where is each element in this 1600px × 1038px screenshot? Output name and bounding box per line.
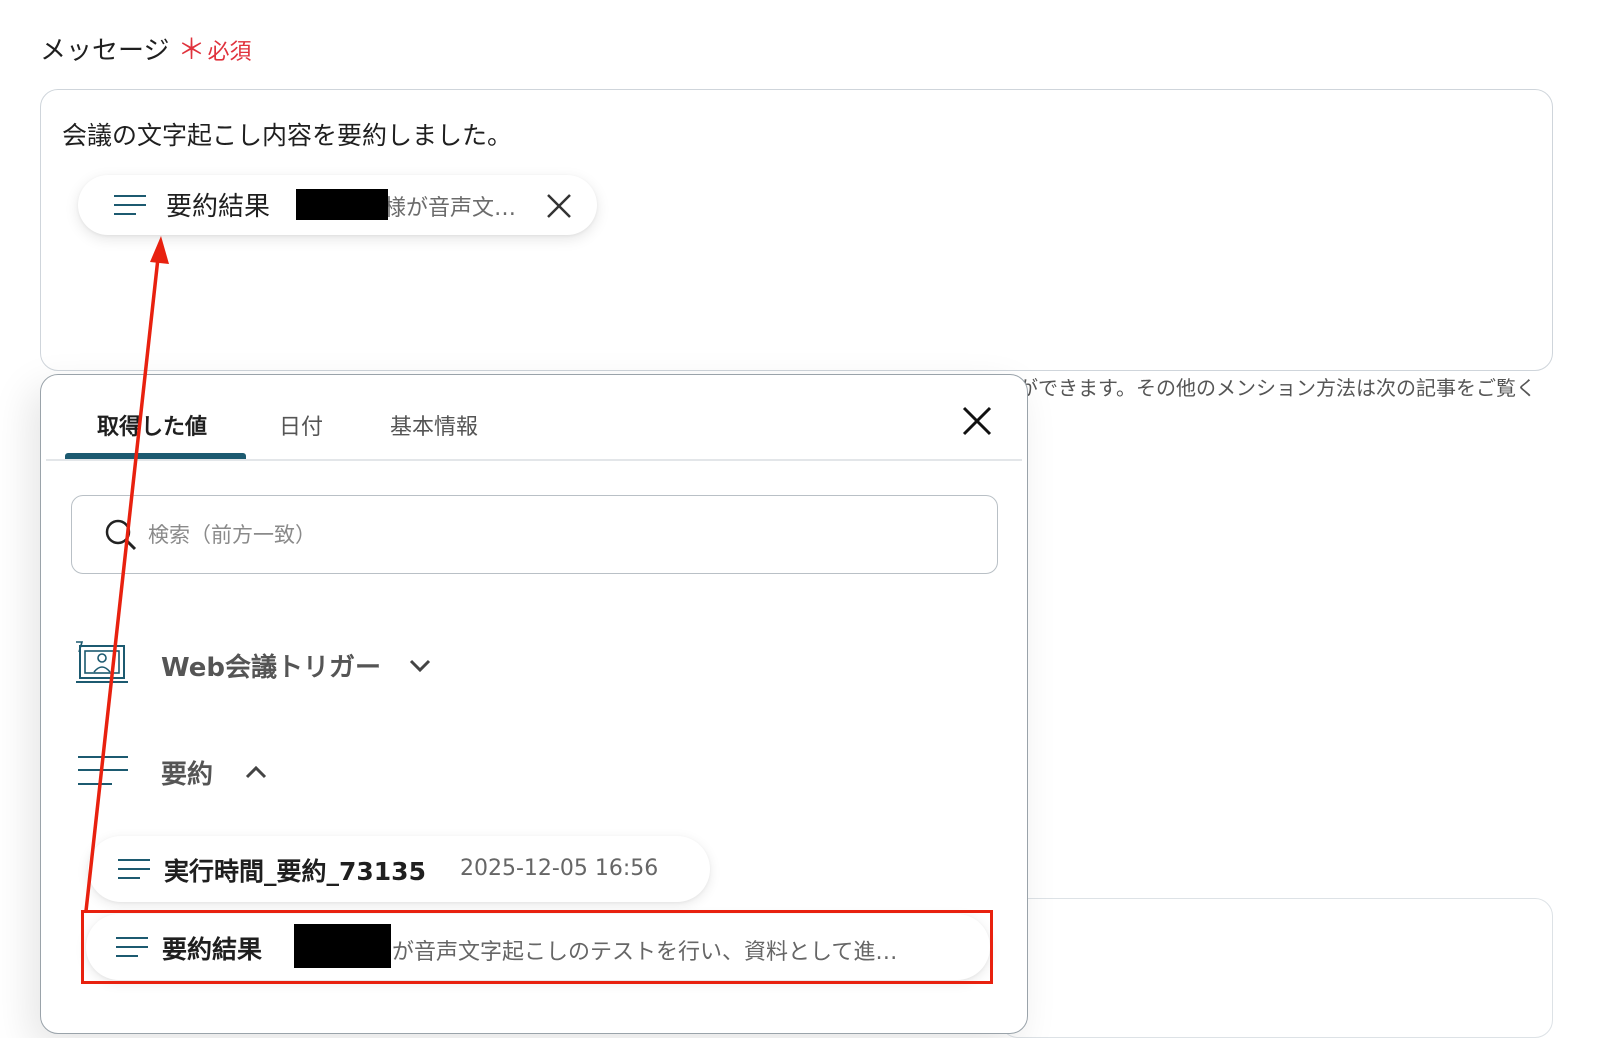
tab-basic-info[interactable]: 基本情報 bbox=[390, 409, 478, 441]
lines-icon bbox=[118, 859, 150, 879]
redaction-block bbox=[296, 189, 388, 220]
background-field bbox=[1000, 898, 1553, 1038]
search-icon bbox=[105, 519, 137, 551]
chip-label: 要約結果 bbox=[166, 192, 271, 222]
required-text: 必須 bbox=[207, 40, 252, 65]
chevron-up-icon[interactable] bbox=[245, 765, 267, 779]
list-item-execution-time[interactable]: 実行時間_要約_73135 2025-12-05 16:56 bbox=[88, 836, 710, 902]
lines-icon bbox=[114, 195, 146, 215]
tab-date[interactable]: 日付 bbox=[279, 409, 323, 441]
mention-chip[interactable]: 要約結果 様が音声文… bbox=[78, 175, 597, 235]
section-web-meeting-trigger[interactable]: Web会議トリガー bbox=[161, 647, 381, 684]
lines-icon bbox=[78, 756, 128, 785]
section-summary[interactable]: 要約 bbox=[161, 754, 213, 791]
message-text: 会議の文字起こし内容を要約しました。 bbox=[62, 121, 513, 150]
close-icon[interactable] bbox=[962, 406, 992, 436]
tab-divider bbox=[46, 459, 1022, 461]
required-mark: ＊ bbox=[177, 33, 206, 66]
helper-text: ができます。その他のメンション方法は次の記事をご覧く bbox=[1018, 376, 1536, 400]
item-value: 2025-12-05 16:56 bbox=[460, 856, 659, 881]
tab-acquired-values[interactable]: 取得した値 bbox=[97, 409, 207, 441]
close-icon[interactable] bbox=[546, 193, 572, 219]
web-meeting-icon bbox=[76, 641, 128, 683]
item-label: 実行時間_要約_73135 bbox=[164, 857, 426, 886]
field-label-text: メッセージ bbox=[40, 36, 170, 66]
annotation-highlight-box bbox=[81, 910, 993, 984]
search-input[interactable] bbox=[148, 518, 968, 552]
chevron-down-icon[interactable] bbox=[409, 659, 431, 673]
field-label: メッセージ ＊ 必須 bbox=[40, 28, 252, 68]
chip-value: 様が音声文… bbox=[384, 196, 517, 221]
